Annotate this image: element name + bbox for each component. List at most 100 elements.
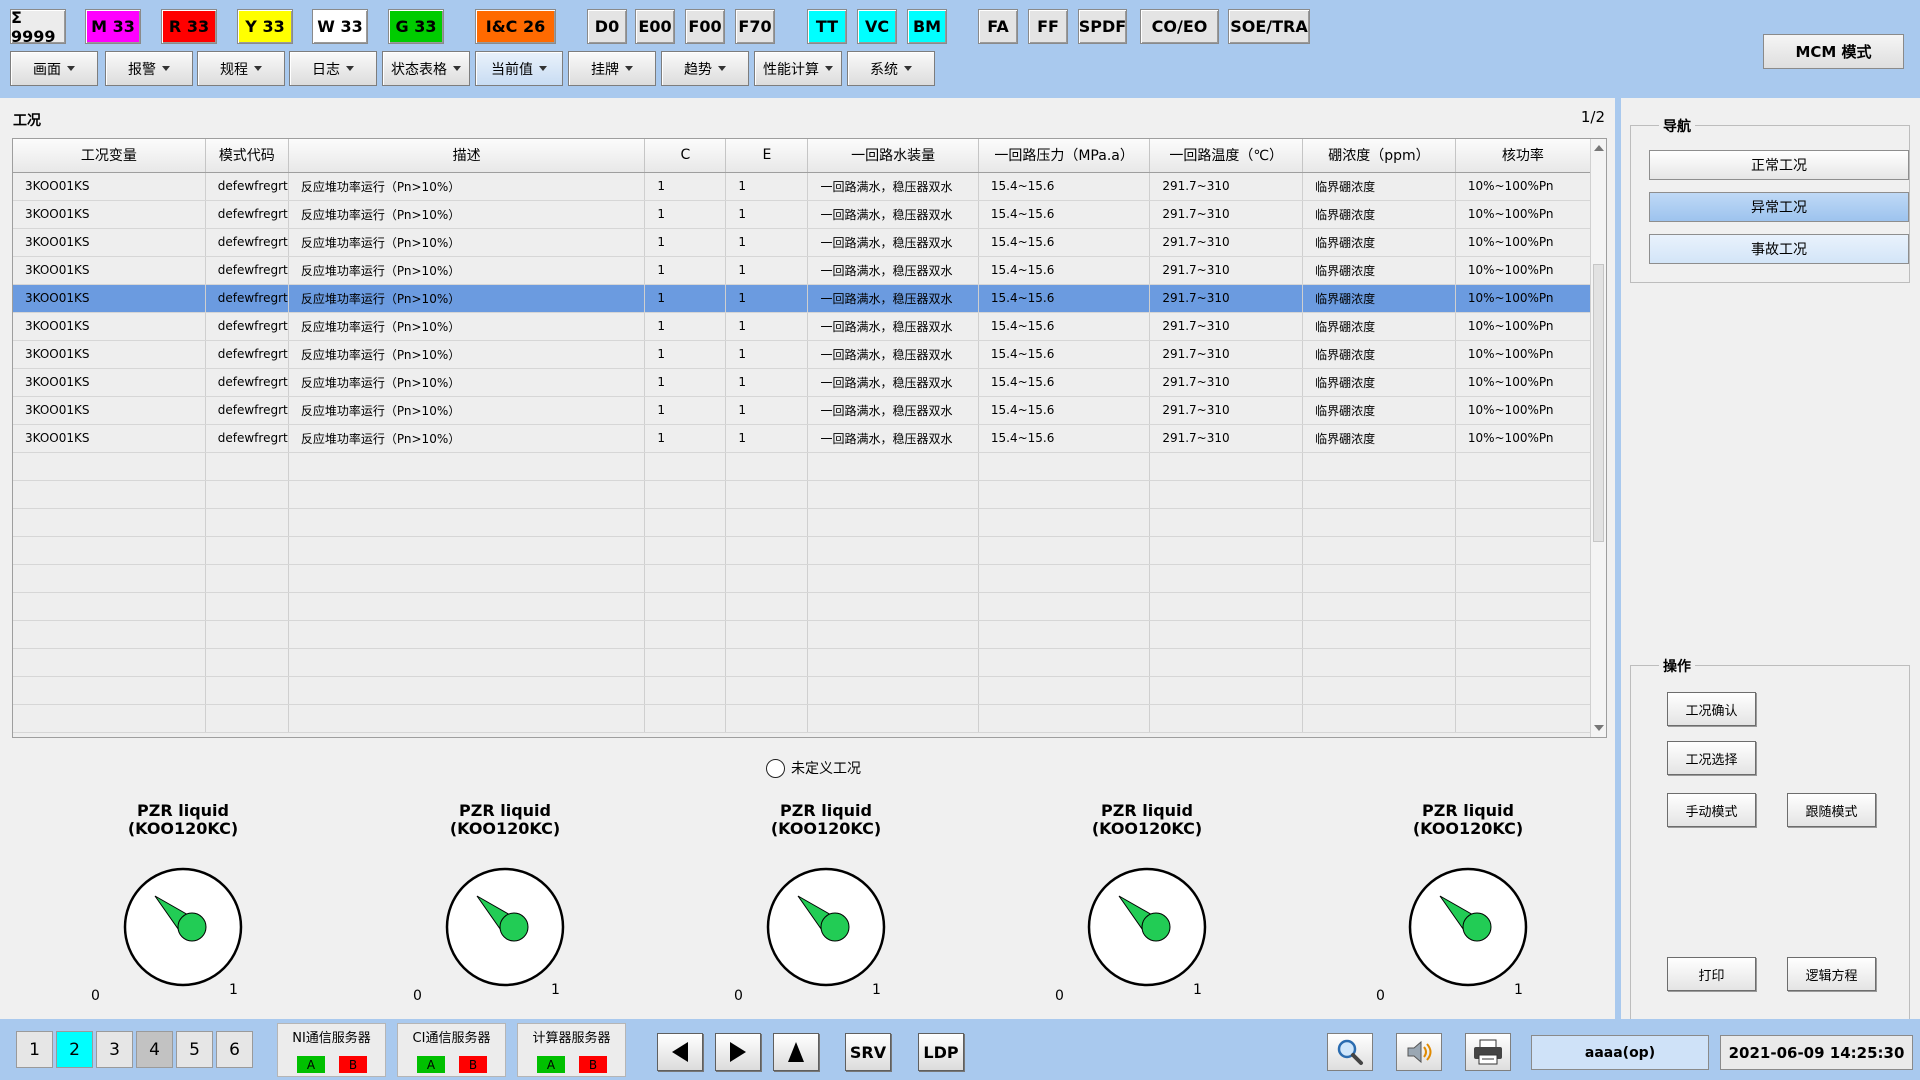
undefined-condition-radio[interactable]: 未定义工况 — [766, 758, 861, 778]
table-row[interactable]: 3KOO01KSdefewfregrths反应堆功率运行（Pn>10%）11一回… — [13, 284, 1592, 313]
alarm-button-15[interactable]: FA — [978, 9, 1018, 44]
alarm-button-5[interactable]: W 33 — [312, 9, 368, 44]
up-button[interactable] — [773, 1033, 819, 1071]
scroll-thumb[interactable] — [1593, 264, 1604, 542]
empty-cell — [288, 591, 646, 621]
table-row[interactable]: 3KOO01KSdefewfregrths反应堆功率运行（Pn>10%）11一回… — [13, 228, 1592, 257]
table-cell: 临界硼浓度 — [1302, 396, 1456, 425]
accident-condition-button[interactable]: 事故工况 — [1649, 234, 1909, 264]
radio-icon[interactable] — [766, 758, 785, 778]
menu-item-2[interactable]: 报警 — [105, 51, 193, 86]
operation-group: 操作 工况确认 工况选择 手动模式 跟随模式 打印 逻辑方程 — [1630, 656, 1910, 1080]
table-row[interactable]: 3KOO01KSdefewfregrths反应堆功率运行（Pn>10%）11一回… — [13, 172, 1592, 201]
gauge-tag-text: (KOO120KC) — [127, 819, 239, 838]
table-cell: 一回路满水，稳压器双水 — [807, 312, 979, 341]
empty-row — [13, 536, 1592, 565]
table-row[interactable]: 3KOO01KSdefewfregrths反应堆功率运行（Pn>10%）11一回… — [13, 424, 1592, 453]
table-cell: 10%~100%Pn — [1455, 284, 1592, 313]
table-row[interactable]: 3KOO01KSdefewfregrths反应堆功率运行（Pn>10%）11一回… — [13, 312, 1592, 341]
table-row[interactable]: 3KOO01KSdefewfregrths反应堆功率运行（Pn>10%）11一回… — [13, 340, 1592, 369]
alarm-button-18[interactable]: CO/EO — [1140, 9, 1219, 44]
alarm-button-10[interactable]: F00 — [685, 9, 725, 44]
empty-row — [13, 704, 1592, 733]
abnormal-condition-button[interactable]: 异常工况 — [1649, 192, 1909, 222]
alarm-button-4[interactable]: Y 33 — [237, 9, 293, 44]
column-header[interactable]: 核功率 — [1455, 139, 1592, 173]
page-button-5[interactable]: 5 — [176, 1031, 213, 1068]
column-header[interactable]: 一回路温度（℃） — [1149, 139, 1304, 173]
scroll-up-icon[interactable] — [1594, 145, 1604, 151]
column-header[interactable]: 模式代码 — [205, 139, 289, 173]
normal-condition-button[interactable]: 正常工况 — [1649, 150, 1909, 180]
table-scrollbar[interactable] — [1590, 139, 1606, 737]
page-button-1[interactable]: 1 — [16, 1031, 53, 1068]
next-button[interactable] — [715, 1033, 761, 1071]
column-header[interactable]: C — [644, 139, 727, 173]
previous-button[interactable] — [657, 1033, 703, 1071]
menu-item-8[interactable]: 趋势 — [661, 51, 749, 86]
table-row[interactable]: 3KOO01KSdefewfregrths反应堆功率运行（Pn>10%）11一回… — [13, 368, 1592, 397]
print-screen-button[interactable] — [1465, 1033, 1511, 1071]
alarm-button-8[interactable]: D0 — [587, 9, 627, 44]
alarm-button-17[interactable]: SPDF — [1078, 9, 1127, 44]
page-button-4[interactable]: 4 — [136, 1031, 173, 1068]
alarm-button-13[interactable]: VC — [857, 9, 897, 44]
search-button[interactable] — [1327, 1033, 1373, 1071]
alarm-button-16[interactable]: FF — [1028, 9, 1068, 44]
column-header[interactable]: 一回路压力（MPa.a） — [978, 139, 1151, 173]
alarm-button-11[interactable]: F70 — [735, 9, 775, 44]
table-row[interactable]: 3KOO01KSdefewfregrths反应堆功率运行（Pn>10%）11一回… — [13, 396, 1592, 425]
print-button[interactable]: 打印 — [1667, 957, 1756, 991]
column-header[interactable]: 硼浓度（ppm） — [1302, 139, 1456, 173]
column-header[interactable]: 工况变量 — [13, 139, 206, 173]
menu-item-1[interactable]: 画面 — [10, 51, 98, 86]
follow-mode-button[interactable]: 跟随模式 — [1787, 793, 1876, 827]
confirm-condition-button[interactable]: 工况确认 — [1667, 692, 1756, 726]
menu-item-label: 日志 — [312, 61, 340, 78]
logic-equation-button[interactable]: 逻辑方程 — [1787, 957, 1876, 991]
alarm-button-7[interactable]: I&C 26 — [475, 9, 556, 44]
alarm-button-1[interactable]: Σ 9999 — [10, 8, 66, 46]
table-row[interactable]: 3KOO01KSdefewfregrths反应堆功率运行（Pn>10%）11一回… — [13, 200, 1592, 229]
alarm-button-2[interactable]: M 33 — [85, 9, 141, 44]
alarm-button-14[interactable]: BM — [907, 9, 947, 44]
manual-mode-button[interactable]: 手动模式 — [1667, 793, 1756, 827]
page-button-6[interactable]: 6 — [216, 1031, 253, 1068]
empty-cell — [1302, 452, 1456, 481]
menu-item-10[interactable]: 系统 — [847, 51, 935, 86]
table-cell: 1 — [644, 340, 727, 369]
column-header[interactable]: 一回路水装量 — [807, 139, 979, 173]
alarm-button-9[interactable]: E00 — [635, 9, 675, 44]
pzr-liquid-gauge: PZR liquid (KOO120KC) 0 1 — [1368, 802, 1568, 1004]
page-button-2[interactable]: 2 — [56, 1031, 93, 1068]
sound-button[interactable] — [1396, 1033, 1442, 1071]
empty-cell — [205, 564, 289, 593]
alarm-button-3[interactable]: R 33 — [161, 9, 217, 44]
gauge-title: PZR liquid (KOO120KC) — [1047, 802, 1247, 838]
table-cell: 反应堆功率运行（Pn>10%） — [288, 284, 646, 313]
table-cell: 1 — [725, 284, 809, 313]
empty-row — [13, 620, 1592, 649]
scroll-down-icon[interactable] — [1594, 725, 1604, 731]
menu-item-9[interactable]: 性能计算 — [754, 51, 842, 86]
column-header[interactable]: E — [725, 139, 809, 173]
menu-item-7[interactable]: 挂牌 — [568, 51, 656, 86]
empty-cell — [13, 564, 206, 593]
empty-cell — [644, 676, 727, 705]
alarm-button-12[interactable]: TT — [807, 9, 847, 44]
table-row[interactable]: 3KOO01KSdefewfregrths反应堆功率运行（Pn>10%）11一回… — [13, 256, 1592, 285]
menu-item-3[interactable]: 规程 — [197, 51, 285, 86]
ldp-button[interactable]: LDP — [918, 1033, 964, 1071]
table-cell: 10%~100%Pn — [1455, 200, 1592, 229]
mcm-mode-button[interactable]: MCM 模式 — [1763, 34, 1904, 69]
empty-cell — [807, 452, 979, 481]
select-condition-button[interactable]: 工况选择 — [1667, 741, 1756, 775]
alarm-button-19[interactable]: SOE/TRA — [1228, 9, 1310, 44]
column-header[interactable]: 描述 — [288, 139, 646, 173]
menu-item-5[interactable]: 状态表格 — [382, 51, 470, 86]
alarm-button-6[interactable]: G 33 — [388, 9, 444, 44]
menu-item-4[interactable]: 日志 — [289, 51, 377, 86]
page-button-3[interactable]: 3 — [96, 1031, 133, 1068]
srv-button[interactable]: SRV — [845, 1033, 891, 1071]
menu-item-6[interactable]: 当前值 — [475, 51, 563, 86]
